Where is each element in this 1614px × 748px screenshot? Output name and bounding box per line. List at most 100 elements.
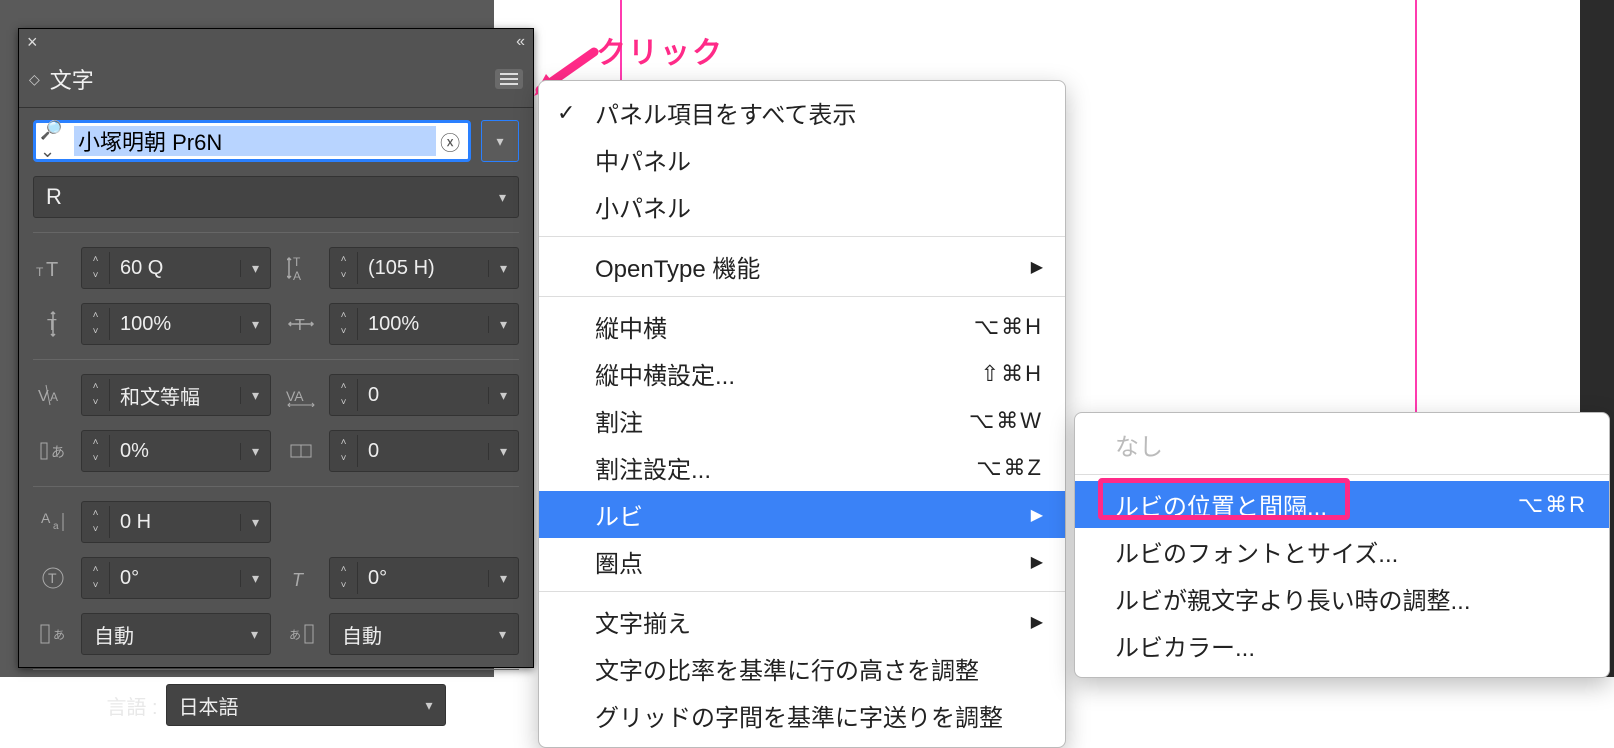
- svg-text:T: T: [48, 570, 57, 586]
- panel-menu-button[interactable]: [495, 69, 523, 89]
- svg-text:VA: VA: [286, 388, 304, 404]
- menu-item[interactable]: ルビ▶: [539, 491, 1065, 538]
- rotation-icon: T: [33, 558, 73, 598]
- svg-text:A: A: [293, 269, 301, 282]
- menu-item-label: 文字揃え: [595, 604, 691, 639]
- font-family-input[interactable]: [74, 126, 436, 156]
- svg-text:A: A: [50, 390, 58, 404]
- menu-item[interactable]: 中パネル: [539, 136, 1065, 183]
- menu-item[interactable]: ルビのフォントとサイズ...: [1075, 528, 1609, 575]
- menu-item-label: 縦中横: [595, 309, 667, 344]
- leading-input[interactable]: ˄˅ (105 H) ▾: [329, 247, 519, 289]
- menu-item[interactable]: ルビが親文字より長い時の調整...: [1075, 575, 1609, 622]
- tracking-icon: VA: [281, 375, 321, 415]
- font-style-value: R: [46, 184, 62, 210]
- menu-item[interactable]: ✓パネル項目をすべて表示: [539, 89, 1065, 136]
- close-icon[interactable]: ×: [27, 32, 38, 53]
- aki-left-icon: あ: [33, 431, 73, 471]
- rotation-input[interactable]: ˄˅ 0° ▾: [81, 557, 271, 599]
- menu-shortcut: ⌥⌘H: [974, 314, 1043, 340]
- menu-item[interactable]: 割注⌥⌘W: [539, 397, 1065, 444]
- font-size-input[interactable]: ˄˅ 60 Q ▾: [81, 247, 271, 289]
- svg-text:a: a: [53, 521, 59, 532]
- spin-down[interactable]: ˅: [93, 268, 99, 284]
- character-panel: × « ◇ 文字 🔎⌄ ⓧ ▾ R ▾: [18, 28, 534, 668]
- menu-item-label: 小パネル: [595, 189, 691, 224]
- menu-item-label: グリッドの字間を基準に字送りを調整: [595, 698, 1003, 733]
- clear-icon[interactable]: ⓧ: [436, 127, 464, 155]
- annotation-label: クリック: [596, 28, 724, 72]
- menu-shortcut: ⇧⌘H: [981, 361, 1043, 387]
- menu-separator: [539, 296, 1065, 297]
- kerning-select[interactable]: ˄˅ 和文等幅 ▾: [81, 374, 271, 416]
- menu-item[interactable]: 縦中横設定...⇧⌘H: [539, 350, 1065, 397]
- menu-item[interactable]: 割注設定...⌥⌘Z: [539, 444, 1065, 491]
- baseline-shift-input[interactable]: ˄˅ 0 H ▾: [81, 501, 271, 543]
- submenu-arrow-icon: ▶: [1031, 612, 1043, 632]
- svg-text:T: T: [292, 570, 305, 590]
- menu-item[interactable]: ルビカラー...: [1075, 622, 1609, 669]
- panel-body: 🔎⌄ ⓧ ▾ R ▾ TT ˄˅ 60 Q ▾: [19, 108, 533, 726]
- hscale-input[interactable]: ˄˅ 100% ▾: [329, 303, 519, 345]
- svg-text:A: A: [41, 510, 51, 526]
- font-size-icon: TT: [33, 248, 73, 288]
- svg-text:T: T: [46, 259, 58, 280]
- menu-shortcut: ⌥⌘Z: [976, 455, 1043, 481]
- menu-item-label: パネル項目をすべて表示: [595, 95, 856, 130]
- menu-item[interactable]: 文字の比率を基準に行の高さを調整: [539, 645, 1065, 692]
- submenu-arrow-icon: ▶: [1031, 257, 1043, 277]
- language-select[interactable]: 日本語 ▾: [166, 684, 446, 726]
- updown-icon: ◇: [29, 72, 40, 86]
- menu-item[interactable]: 小パネル: [539, 183, 1065, 230]
- divider: [33, 232, 519, 233]
- vscale-icon: T: [33, 304, 73, 344]
- collapse-icon[interactable]: «: [516, 33, 525, 51]
- auto2-select[interactable]: 自動 ▾: [329, 613, 519, 655]
- menu-item-label: ルビの位置と間隔...: [1115, 487, 1327, 522]
- panel-flyout-menu: ✓パネル項目をすべて表示中パネル小パネルOpenType 機能▶縦中横⌥⌘H縦中…: [538, 80, 1066, 748]
- menu-item-label: 文字の比率を基準に行の高さを調整: [595, 651, 979, 686]
- menu-item-label: OpenType 機能: [595, 249, 760, 284]
- grid-input[interactable]: ˄˅ 0 ▾: [329, 430, 519, 472]
- auto2-icon: あ: [281, 614, 321, 654]
- tracking-input[interactable]: ˄˅ 0 ▾: [329, 374, 519, 416]
- menu-item-label: ルビが親文字より長い時の調整...: [1115, 581, 1471, 616]
- menu-item[interactable]: OpenType 機能 ▶: [539, 243, 1065, 290]
- language-label: 言語 :: [106, 691, 157, 720]
- svg-text:T: T: [293, 255, 301, 269]
- submenu-arrow-icon: ▶: [1031, 505, 1043, 525]
- grid-icon: [281, 431, 321, 471]
- chevron-down-icon[interactable]: ▾: [240, 260, 270, 277]
- ruby-submenu: なしルビの位置と間隔... ⌥⌘R ルビのフォントとサイズ... ルビが親文字より長い…: [1074, 412, 1610, 678]
- menu-shortcut: ⌥⌘R: [1518, 492, 1587, 518]
- menu-item[interactable]: 縦中横 ⌥⌘H: [539, 303, 1065, 350]
- font-family-dropdown[interactable]: ▾: [481, 120, 519, 162]
- svg-text:あ: あ: [51, 444, 65, 460]
- baseline-shift-icon: Aa: [33, 502, 73, 542]
- kerning-icon: VA: [33, 375, 73, 415]
- auto1-select[interactable]: 自動 ▾: [81, 613, 271, 655]
- menu-item-label: 中パネル: [595, 142, 691, 177]
- skew-input[interactable]: ˄˅ 0° ▾: [329, 557, 519, 599]
- panel-title: 文字: [50, 63, 94, 95]
- menu-separator: [539, 236, 1065, 237]
- font-style-select[interactable]: R ▾: [33, 176, 519, 218]
- tab-character[interactable]: ◇ 文字: [29, 63, 94, 95]
- menu-item[interactable]: ルビの位置と間隔... ⌥⌘R: [1075, 481, 1609, 528]
- font-size-value: 60 Q: [110, 257, 240, 280]
- aki-left-input[interactable]: ˄˅ 0% ▾: [81, 430, 271, 472]
- vscale-input[interactable]: ˄˅ 100% ▾: [81, 303, 271, 345]
- menu-item: なし: [1075, 421, 1609, 468]
- menu-item[interactable]: 圏点▶: [539, 538, 1065, 585]
- chevron-down-icon: ▾: [499, 189, 506, 206]
- menu-item[interactable]: 文字揃え ▶: [539, 598, 1065, 645]
- panel-tab-bar: ◇ 文字: [19, 55, 533, 108]
- skew-icon: T: [281, 558, 321, 598]
- search-icon: 🔎⌄: [40, 120, 74, 162]
- font-family-field[interactable]: 🔎⌄ ⓧ: [33, 120, 471, 162]
- panel-header: × «: [19, 29, 533, 55]
- svg-text:あ: あ: [289, 628, 301, 642]
- menu-item[interactable]: グリッドの字間を基準に字送りを調整: [539, 692, 1065, 739]
- spin-up[interactable]: ˄: [93, 252, 99, 268]
- svg-text:T: T: [295, 317, 305, 334]
